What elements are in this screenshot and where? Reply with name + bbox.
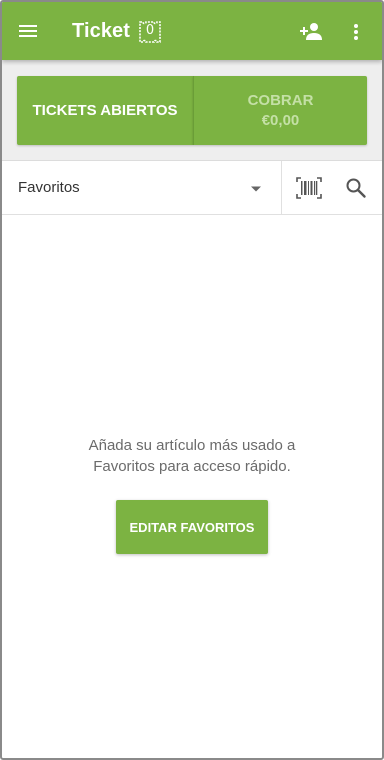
- empty-state-message: Añada su artículo más usado a Favoritos …: [2, 435, 382, 477]
- add-customer-icon[interactable]: [299, 21, 323, 43]
- app-bar: Ticket 0: [2, 2, 382, 60]
- charge-button[interactable]: COBRAR €0,00: [193, 76, 367, 145]
- category-dropdown[interactable]: Favoritos: [2, 161, 281, 214]
- edit-favorites-button[interactable]: EDITAR FAVORITOS: [116, 500, 268, 554]
- open-tickets-label: TICKETS ABIERTOS: [32, 102, 178, 119]
- empty-state-line-2: Favoritos para acceso rápido.: [93, 458, 291, 475]
- filter-row: Favoritos: [2, 161, 382, 215]
- more-vert-icon[interactable]: [346, 20, 366, 44]
- ticket-count: 0: [145, 23, 155, 38]
- category-selected: Favoritos: [18, 179, 80, 196]
- app-frame: Ticket 0 TICKETS ABIERTOS COBRAR €0,00 F…: [0, 0, 384, 760]
- dropdown-arrow-icon: [251, 186, 261, 192]
- edit-favorites-label: EDITAR FAVORITOS: [129, 519, 255, 535]
- ticket-actions-panel: TICKETS ABIERTOS COBRAR €0,00: [2, 60, 382, 161]
- page-title: Ticket: [72, 20, 131, 42]
- divider: [281, 161, 282, 214]
- ticket-icon: 0: [138, 20, 162, 44]
- charge-amount: €0,00: [261, 111, 300, 129]
- empty-state-line-1: Añada su artículo más usado a: [88, 437, 296, 454]
- menu-icon[interactable]: [16, 19, 40, 43]
- charge-label: COBRAR: [247, 91, 314, 109]
- search-icon[interactable]: [344, 176, 368, 200]
- barcode-icon[interactable]: [296, 176, 322, 200]
- open-tickets-button[interactable]: TICKETS ABIERTOS: [17, 76, 193, 145]
